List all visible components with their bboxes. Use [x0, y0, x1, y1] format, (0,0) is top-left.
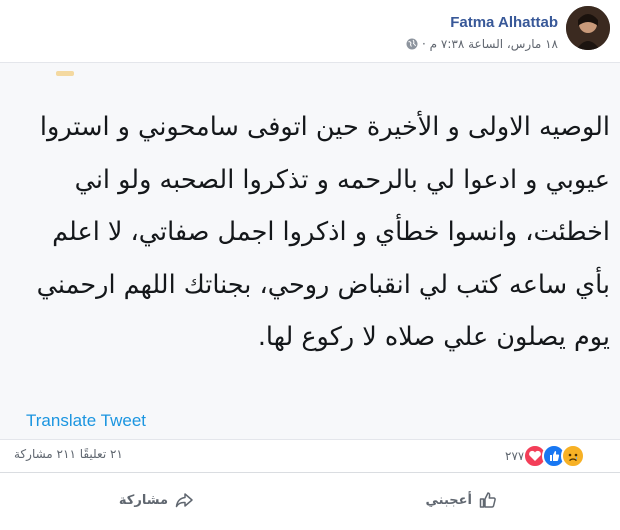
globe-icon[interactable] [406, 38, 418, 50]
comments-shares-count[interactable]: ٢١ تعليقًا ٢١١ مشاركة [14, 447, 123, 461]
tweet-emoji-fragment-icon [56, 71, 74, 76]
embedded-tweet[interactable]: الوصيه الاولى و الأخيرة حين اتوفى سامحون… [0, 62, 620, 440]
post-actions: أعجبني مشاركة [0, 480, 620, 524]
post-header: Fatma Alhattab ١٨ مارس، الساعة ٧:٣٨ م · [0, 0, 620, 62]
like-button-label: أعجبني [425, 492, 472, 508]
post-timestamp[interactable]: ١٨ مارس، الساعة ٧:٣٨ م · [422, 37, 558, 51]
author-name-link[interactable]: Fatma Alhattab [450, 14, 558, 31]
avatar-image-icon [566, 6, 610, 50]
share-button[interactable]: مشاركة [119, 490, 194, 510]
share-button-label: مشاركة [118, 492, 168, 508]
tweet-text: الوصيه الاولى و الأخيرة حين اتوفى سامحون… [36, 112, 610, 352]
reactions-count: ٢٧٧ [505, 449, 525, 463]
author-avatar[interactable] [566, 6, 610, 50]
translate-tweet-link[interactable]: Translate Tweet [26, 411, 146, 431]
like-button[interactable]: أعجبني [426, 490, 498, 510]
facebook-post: Fatma Alhattab ١٨ مارس، الساعة ٧:٣٨ م · … [0, 0, 620, 530]
thumbs-up-icon [479, 492, 496, 508]
post-meta: ١٨ مارس، الساعة ٧:٣٨ م · [406, 37, 558, 51]
sad-reaction-icon [561, 444, 586, 468]
post-stats-bar: ٢١ تعليقًا ٢١١ مشاركة ٢٧٧ [0, 438, 620, 473]
reactions-summary[interactable]: ٢٧٧ [505, 444, 586, 468]
share-arrow-icon [175, 493, 193, 508]
